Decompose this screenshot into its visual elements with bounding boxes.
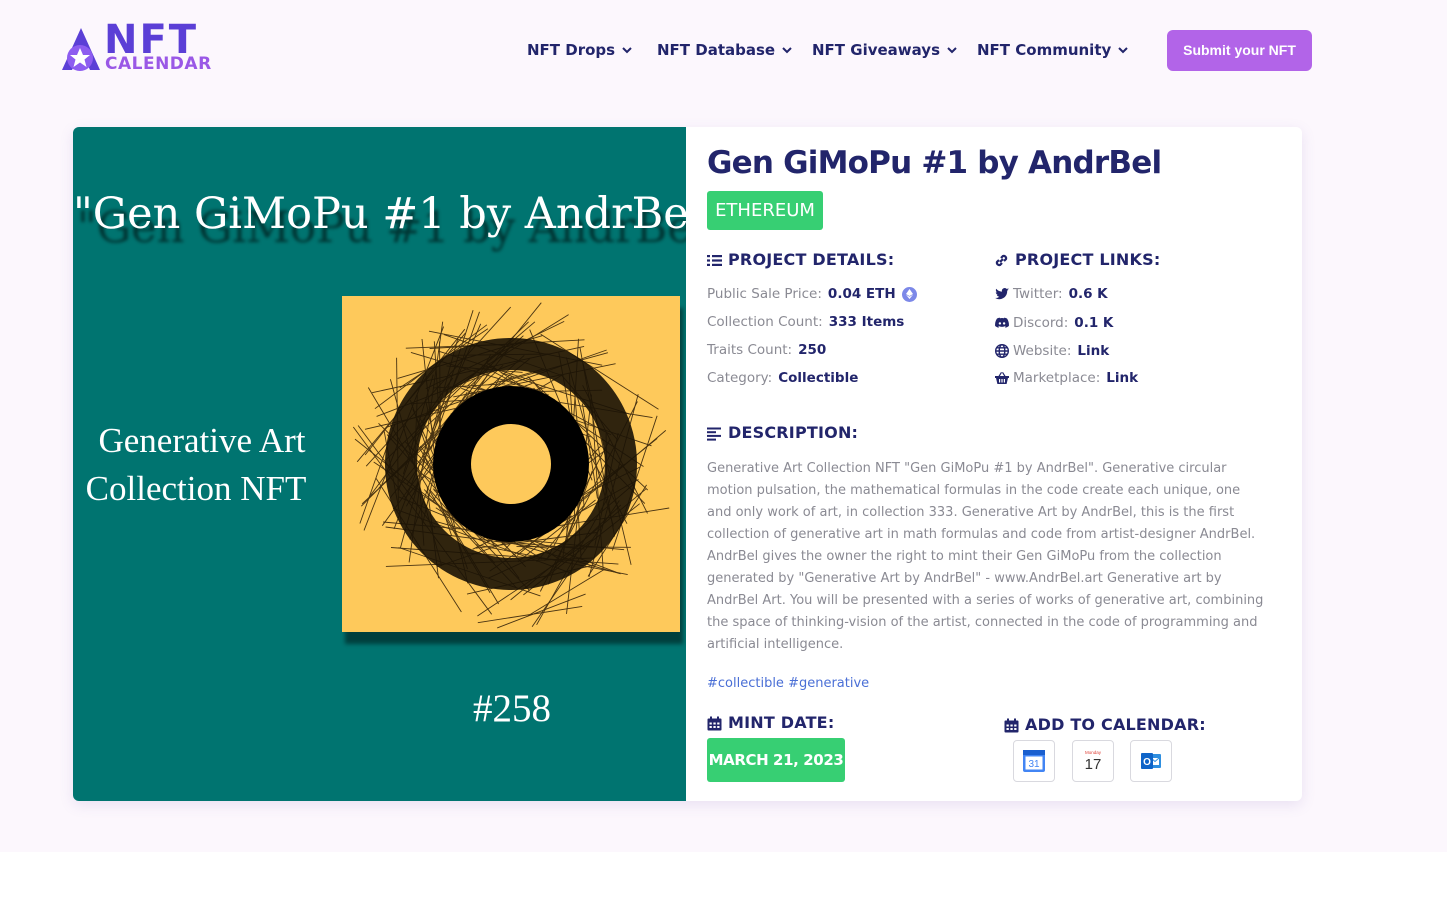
tag-generative[interactable]: #generative — [788, 676, 869, 691]
nav-nft-drops[interactable]: NFT Drops — [527, 40, 633, 60]
price-value: 0.04 ETH — [827, 286, 896, 302]
submit-nft-button[interactable]: Submit your NFT — [1167, 30, 1312, 71]
artwork-circle-graphic — [342, 296, 680, 632]
outlook-calendar-button[interactable]: O — [1130, 740, 1172, 782]
calendar-icon — [1004, 718, 1019, 732]
apple-calendar-weekday: Monday — [1085, 750, 1102, 755]
website-link[interactable]: Link — [1077, 342, 1109, 360]
discord-members: 0.1 K — [1074, 315, 1114, 331]
discord-label: Discord: — [1013, 315, 1069, 331]
project-card: "Gen GiMoPu #1 by AndrBel" Generative Ar… — [73, 127, 1302, 801]
website-row: Website: Link — [994, 342, 1109, 360]
twitter-icon — [995, 288, 1009, 300]
nft-calendar-logo[interactable]: NFT CALENDAR — [60, 20, 220, 76]
nav-label: NFT Giveaways — [812, 41, 941, 59]
traits-value: 250 — [798, 342, 827, 358]
marketplace-row: Marketplace: Link — [994, 369, 1138, 387]
description-heading: DESCRIPTION: — [707, 423, 858, 443]
price-label: Public Sale Price: — [707, 286, 822, 302]
globe-icon — [994, 343, 1010, 359]
tag-collectible[interactable]: #collectible — [707, 676, 784, 691]
section-heading-text: DESCRIPTION: — [728, 423, 859, 442]
project-details-heading: PROJECT DETAILS: — [707, 250, 894, 270]
mint-date-badge: MARCH 21, 2023 — [707, 738, 845, 782]
mint-date-heading: MINT DATE: — [707, 713, 834, 733]
traits-label: Traits Count: — [707, 342, 793, 358]
marketplace-label: Marketplace: — [1013, 370, 1101, 386]
section-heading-text: MINT DATE: — [728, 713, 835, 732]
chevron-down-icon — [622, 47, 632, 54]
chevron-down-icon — [947, 47, 957, 54]
ethereum-icon — [901, 286, 917, 302]
nft-artwork-image: "Gen GiMoPu #1 by AndrBel" Generative Ar… — [73, 127, 686, 801]
google-calendar-day: 31 — [1028, 759, 1040, 770]
price-row: Public Sale Price: 0.04 ETH — [707, 285, 917, 303]
logo-star-icon — [62, 28, 100, 71]
marketplace-link[interactable]: Link — [1106, 369, 1138, 387]
discord-icon — [995, 317, 1009, 328]
logo-subtitle: CALENDAR — [105, 54, 212, 74]
project-description: Generative Art Collection NFT "Gen GiMoP… — [707, 461, 1264, 652]
align-left-icon — [707, 427, 721, 441]
website-label: Website: — [1013, 343, 1072, 359]
list-icon — [707, 254, 722, 266]
section-heading-text: ADD TO CALENDAR: — [1025, 715, 1206, 734]
project-info: Gen GiMoPu #1 by AndrBel ETHEREUM PROJEC… — [707, 127, 1297, 801]
project-title: Gen GiMoPu #1 by AndrBel — [707, 145, 1162, 181]
nav-nft-giveaways[interactable]: NFT Giveaways — [812, 40, 958, 60]
tag-list: #collectible #generative — [707, 675, 869, 693]
section-heading-text: PROJECT DETAILS: — [728, 250, 895, 269]
artwork-line-1: Generative Art — [98, 421, 306, 460]
link-icon — [995, 254, 1008, 266]
nav-label: NFT Community — [977, 41, 1112, 59]
chevron-down-icon — [782, 47, 792, 54]
nav-label: NFT Database — [657, 41, 776, 59]
collection-label: Collection Count: — [707, 314, 823, 330]
artwork-title: "Gen GiMoPu #1 by AndrBel" — [73, 189, 686, 239]
shopping-basket-icon — [995, 372, 1009, 384]
apple-calendar-day: 17 — [1085, 756, 1102, 773]
nav-nft-database[interactable]: NFT Database — [657, 40, 793, 60]
nav-nft-community[interactable]: NFT Community — [977, 40, 1129, 60]
calendar-icon — [707, 716, 722, 730]
outlook-icon: O — [1141, 753, 1161, 769]
apple-calendar-icon: Monday 17 — [1085, 750, 1102, 773]
add-to-calendar-heading: ADD TO CALENDAR: — [1004, 715, 1206, 735]
discord-row[interactable]: Discord: 0.1 K — [994, 314, 1113, 332]
collection-count-row: Collection Count: 333 Items — [707, 313, 904, 331]
chevron-down-icon — [1118, 47, 1128, 54]
section-heading-text: PROJECT LINKS: — [1015, 250, 1161, 269]
google-calendar-icon: 31 — [1023, 750, 1045, 772]
artwork-line-2: Collection NFT — [85, 469, 307, 508]
artwork-number: #258 — [473, 687, 551, 730]
project-links-heading: PROJECT LINKS: — [994, 250, 1160, 270]
nav-label: NFT Drops — [527, 41, 616, 59]
twitter-label: Twitter: — [1013, 286, 1063, 302]
blockchain-badge: ETHEREUM — [707, 191, 823, 230]
twitter-followers: 0.6 K — [1068, 286, 1108, 302]
apple-calendar-button[interactable]: Monday 17 — [1072, 740, 1114, 782]
google-calendar-button[interactable]: 31 — [1013, 740, 1055, 782]
twitter-row[interactable]: Twitter: 0.6 K — [994, 285, 1108, 303]
category-label: Category: — [707, 370, 773, 386]
outlook-letter: O — [1143, 757, 1151, 768]
collection-value: 333 Items — [828, 314, 905, 330]
category-value[interactable]: Collectible — [778, 369, 858, 387]
traits-count-row: Traits Count: 250 — [707, 341, 826, 359]
category-row: Category: Collectible — [707, 369, 858, 387]
